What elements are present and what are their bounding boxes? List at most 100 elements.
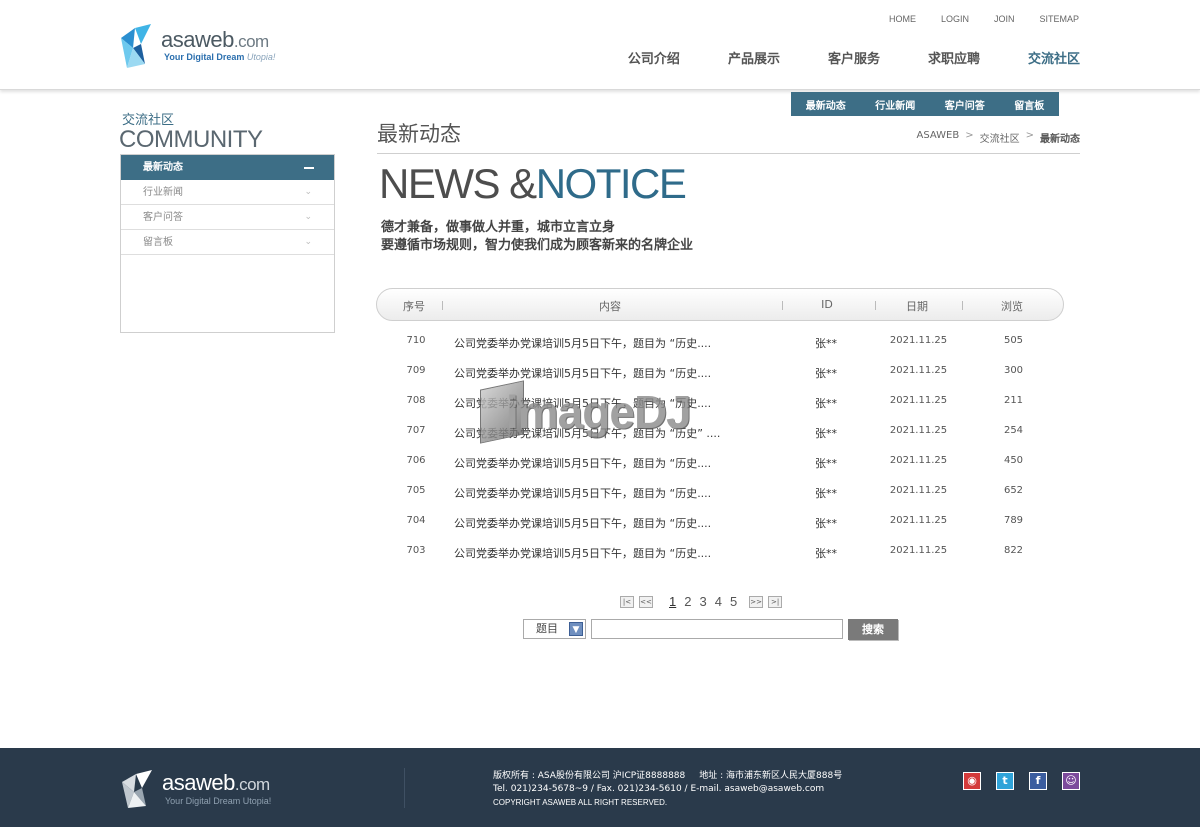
breadcrumb-current: 最新动态 (1040, 134, 1080, 145)
table-row: 709 公司党委举办党课培训5月5日下午，题目为 “历史.... 张** 202… (376, 357, 1064, 387)
slogan-line-1: 德才兼备，做事做人并重，城市立言立身 (381, 220, 616, 235)
footer-contact: Tel. 021)234-5678~9 / Fax. 021)234-5610 … (493, 784, 825, 794)
table-row: 707 公司党委举办党课培训5月5日下午，题目为 “历史” .... 张** 2… (376, 417, 1064, 447)
page-link[interactable]: 3 (699, 594, 706, 609)
minus-icon (304, 167, 314, 169)
link-home[interactable]: HOME (889, 14, 916, 24)
nav-item-jobs[interactable]: 求职应聘 (928, 48, 980, 67)
nav-item-company[interactable]: 公司介绍 (628, 48, 680, 67)
nav-item-service[interactable]: 客户服务 (828, 48, 880, 67)
row-title-link[interactable]: 公司党委举办党课培训5月5日下午，题目为 “历史.... (454, 365, 711, 381)
row-views: 300 (1003, 365, 1024, 376)
chevron-right-icon: > (1025, 130, 1034, 141)
row-number: 707 (406, 425, 426, 436)
chevron-down-icon: ⌄ (304, 187, 312, 197)
row-title-link[interactable]: 公司党委举办党课培训5月5日下午，题目为 “历史.... (454, 515, 711, 531)
row-views: 789 (1003, 515, 1024, 526)
row-number: 708 (406, 395, 426, 406)
main-nav: 公司介绍 产品展示 客户服务 求职应聘 交流社区 (580, 48, 1080, 67)
breadcrumb-section[interactable]: 交流社区 (980, 130, 1020, 145)
page-link[interactable]: 2 (684, 594, 691, 609)
row-author: 张** (815, 517, 837, 530)
sidebar-item-qa[interactable]: 客户问答 ⌄ (121, 205, 334, 230)
row-author: 张** (815, 367, 837, 380)
row-number: 706 (406, 455, 426, 466)
facebook-icon[interactable]: f (1029, 772, 1047, 790)
chevron-down-icon: ⌄ (304, 212, 312, 222)
row-views: 254 (1003, 425, 1024, 436)
sub-tabs: 最新动态 行业新闻 客户问答 留言板 (791, 92, 1059, 116)
page-link[interactable]: 4 (715, 594, 722, 609)
footer-logo-tagline: Your Digital Dream Utopia! (165, 796, 272, 806)
divider (377, 153, 1080, 154)
row-title-link[interactable]: 公司党委举办党课培训5月5日下午，题目为 “历史.... (454, 485, 711, 501)
chat-icon[interactable]: ☺ (1062, 772, 1080, 790)
row-title-link[interactable]: 公司党委举办党课培训5月5日下午，题目为 “历史” .... (454, 425, 720, 441)
table-row: 706 公司党委举办党课培训5月5日下午，题目为 “历史.... 张** 202… (376, 447, 1064, 477)
sidebar-menu: 最新动态 行业新闻 ⌄ 客户问答 ⌄ 留言板 ⌄ (120, 154, 335, 333)
row-author: 张** (815, 547, 837, 560)
banner-heading: NEWS &NOTICE (379, 160, 687, 208)
tab-industry-news[interactable]: 行业新闻 (875, 97, 915, 112)
logo-tagline: Your Digital Dream (164, 52, 245, 62)
footer-copyright-owner: 版权所有 : ASA股份有限公司 沪ICP证8888888 (493, 771, 686, 781)
next-page-icon[interactable]: >> (749, 595, 764, 608)
row-date: 2021.11.25 (889, 395, 948, 406)
link-sitemap[interactable]: SITEMAP (1039, 14, 1079, 24)
nav-item-community[interactable]: 交流社区 (1028, 48, 1080, 67)
top-links: HOME LOGIN JOIN SITEMAP (864, 14, 1079, 24)
search-field-select[interactable]: 题目 ▼ (523, 619, 586, 639)
footer-divider (404, 768, 405, 808)
column-header-content: 内容 (599, 300, 621, 313)
row-date: 2021.11.25 (889, 455, 948, 466)
site-footer: asaweb.com Your Digital Dream Utopia! 版权… (0, 748, 1200, 827)
prev-page-icon[interactable]: << (639, 595, 653, 608)
sidebar-title-en: COMMUNITY (119, 126, 263, 153)
footer-copyright: COPYRIGHT ASAWEB ALL RIGHT RESERVED. (493, 798, 668, 807)
tab-guestbook[interactable]: 留言板 (1014, 97, 1044, 112)
row-views: 822 (1003, 545, 1024, 556)
twitter-icon[interactable]: t (996, 772, 1014, 790)
first-page-icon[interactable]: |< (620, 595, 634, 608)
link-login[interactable]: LOGIN (941, 14, 969, 24)
footer-info: 版权所有 : ASA股份有限公司 沪ICP证8888888 地址 : 海市浦东新区… (493, 770, 842, 809)
tab-latest[interactable]: 最新动态 (806, 97, 846, 112)
table-row: 708 公司党委举办党课培训5月5日下午，题目为 “历史.... 张** 202… (376, 387, 1064, 417)
column-header-date: 日期 (906, 300, 928, 313)
search-button[interactable]: 搜索 (848, 619, 898, 640)
link-join[interactable]: JOIN (994, 14, 1015, 24)
page-link[interactable]: 5 (730, 594, 737, 609)
chevron-down-icon: ⌄ (304, 237, 312, 247)
row-views: 652 (1003, 485, 1024, 496)
page-link[interactable]: 1 (669, 594, 676, 609)
logo-domain: .com (233, 32, 269, 51)
footer-logo: asaweb.com Your Digital Dream Utopia! (120, 770, 290, 810)
row-date: 2021.11.25 (889, 515, 948, 526)
slogan: 德才兼备，做事做人并重，城市立言立身 要遵循市场规则，智力使我们成为顾客新来的名… (381, 219, 693, 255)
breadcrumb-home[interactable]: ASAWEB (916, 130, 959, 145)
column-divider (782, 301, 783, 310)
search-input[interactable] (591, 619, 843, 639)
last-page-icon[interactable]: >| (768, 595, 783, 608)
row-title-link[interactable]: 公司党委举办党课培训5月5日下午，题目为 “历史.... (454, 455, 711, 471)
nav-item-products[interactable]: 产品展示 (728, 48, 780, 67)
row-date: 2021.11.25 (889, 425, 948, 436)
weibo-icon[interactable]: ◉ (963, 772, 981, 790)
table-row: 704 公司党委举办党课培训5月5日下午，题目为 “历史.... 张** 202… (376, 507, 1064, 537)
row-title-link[interactable]: 公司党委举办党课培训5月5日下午，题目为 “历史.... (454, 545, 711, 561)
tab-qa[interactable]: 客户问答 (945, 97, 985, 112)
row-views: 505 (1003, 335, 1024, 346)
row-number: 709 (406, 365, 426, 376)
row-title-link[interactable]: 公司党委举办党课培训5月5日下午，题目为 “历史.... (454, 395, 711, 411)
row-title-link[interactable]: 公司党委举办党课培训5月5日下午，题目为 “历史.... (454, 335, 711, 351)
table-row: 710 公司党委举办党课培训5月5日下午，题目为 “历史.... 张** 202… (376, 327, 1064, 357)
footer-logo-mark-icon (122, 770, 152, 808)
row-views: 450 (1003, 455, 1024, 466)
slogan-line-2: 要遵循市场规则，智力使我们成为顾客新来的名牌企业 (381, 238, 694, 253)
sidebar-item-latest[interactable]: 最新动态 (121, 155, 334, 180)
row-date: 2021.11.25 (889, 335, 948, 346)
row-date: 2021.11.25 (889, 545, 948, 556)
sidebar-item-industry-news[interactable]: 行业新闻 ⌄ (121, 180, 334, 205)
site-logo[interactable]: asaweb.com Your Digital Dream Utopia! (119, 24, 289, 72)
sidebar-item-guestbook[interactable]: 留言板 ⌄ (121, 230, 334, 255)
